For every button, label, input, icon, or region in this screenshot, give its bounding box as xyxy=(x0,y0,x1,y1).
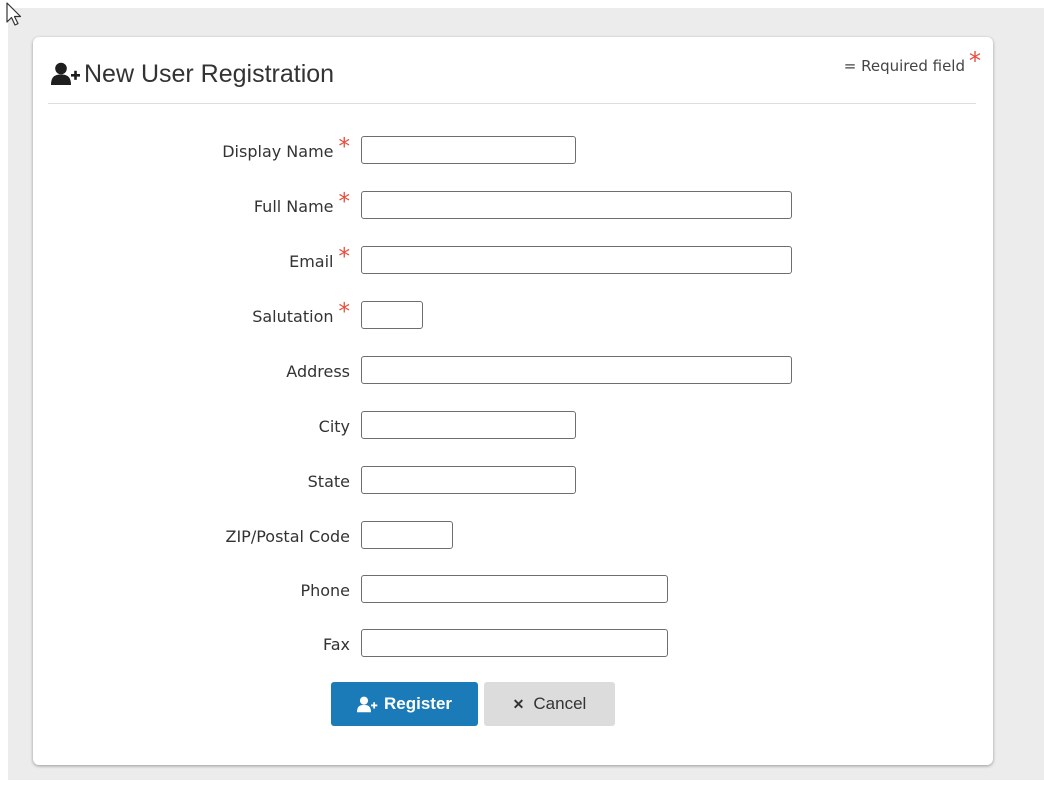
full-name-input[interactable] xyxy=(361,191,792,219)
phone-label-text: Phone xyxy=(300,580,350,600)
fax-input[interactable] xyxy=(361,629,668,657)
form-row-full-name: Full Name * xyxy=(33,189,993,221)
full-name-label-text: Full Name xyxy=(253,196,334,216)
register-button-label: Register xyxy=(383,694,453,713)
required-note: = Required field xyxy=(843,57,965,75)
address-label-text: Address xyxy=(286,361,350,381)
register-button[interactable]: Register xyxy=(331,682,478,726)
display-name-label-text: Display Name xyxy=(222,141,334,161)
state-label: State xyxy=(308,466,350,496)
form-row-state: State xyxy=(33,466,993,496)
form-row-email: Email * xyxy=(33,244,993,276)
fax-label: Fax xyxy=(323,629,350,659)
close-icon: ✕ xyxy=(512,695,525,712)
phone-label: Phone xyxy=(300,575,350,605)
page-title: New User Registration xyxy=(84,59,335,88)
registration-panel: New User Registration = Required field *… xyxy=(33,37,993,765)
form-row-fax: Fax xyxy=(33,629,993,659)
cancel-button[interactable]: ✕ Cancel xyxy=(484,682,615,726)
zip-label-text: ZIP/Postal Code xyxy=(225,526,351,546)
email-label-text: Email xyxy=(289,251,334,271)
city-input[interactable] xyxy=(361,411,576,439)
email-input[interactable] xyxy=(361,246,792,274)
state-label-text: State xyxy=(307,471,350,491)
city-label-text: City xyxy=(318,416,350,436)
user-plus-icon xyxy=(51,62,80,85)
state-input[interactable] xyxy=(361,466,576,494)
required-star: * xyxy=(338,244,351,270)
panel-header: New User Registration xyxy=(51,56,334,92)
required-field-legend: = Required field * xyxy=(844,49,981,75)
address-label: Address xyxy=(286,356,350,386)
full-name-label: Full Name * xyxy=(253,189,351,221)
required-star: * xyxy=(338,189,351,215)
city-label: City xyxy=(319,411,350,441)
display-name-label: Display Name * xyxy=(222,134,351,166)
salutation-label: Salutation * xyxy=(252,299,351,331)
salutation-label-text: Salutation xyxy=(252,306,334,326)
form-row-display-name: Display Name * xyxy=(33,134,993,166)
required-star: * xyxy=(338,134,351,160)
mouse-pointer-icon xyxy=(6,2,22,26)
zip-label: ZIP/Postal Code xyxy=(226,521,351,551)
cancel-button-label: Cancel xyxy=(533,694,587,713)
display-name-input[interactable] xyxy=(361,136,576,164)
form-row-city: City xyxy=(33,411,993,441)
phone-input[interactable] xyxy=(361,575,668,603)
required-star: * xyxy=(338,299,351,325)
form-row-salutation: Salutation * xyxy=(33,299,993,331)
required-star: * xyxy=(969,47,981,75)
address-input[interactable] xyxy=(361,356,792,384)
header-divider xyxy=(48,103,976,104)
form-actions: Register ✕ Cancel xyxy=(331,682,615,726)
user-plus-icon xyxy=(356,696,378,712)
form-row-zip: ZIP/Postal Code xyxy=(33,521,993,551)
form-row-phone: Phone xyxy=(33,575,993,605)
email-label: Email * xyxy=(289,244,351,276)
zip-input[interactable] xyxy=(361,521,453,549)
fax-label-text: Fax xyxy=(322,634,350,654)
form-row-address: Address xyxy=(33,356,993,386)
salutation-input[interactable] xyxy=(361,301,423,329)
